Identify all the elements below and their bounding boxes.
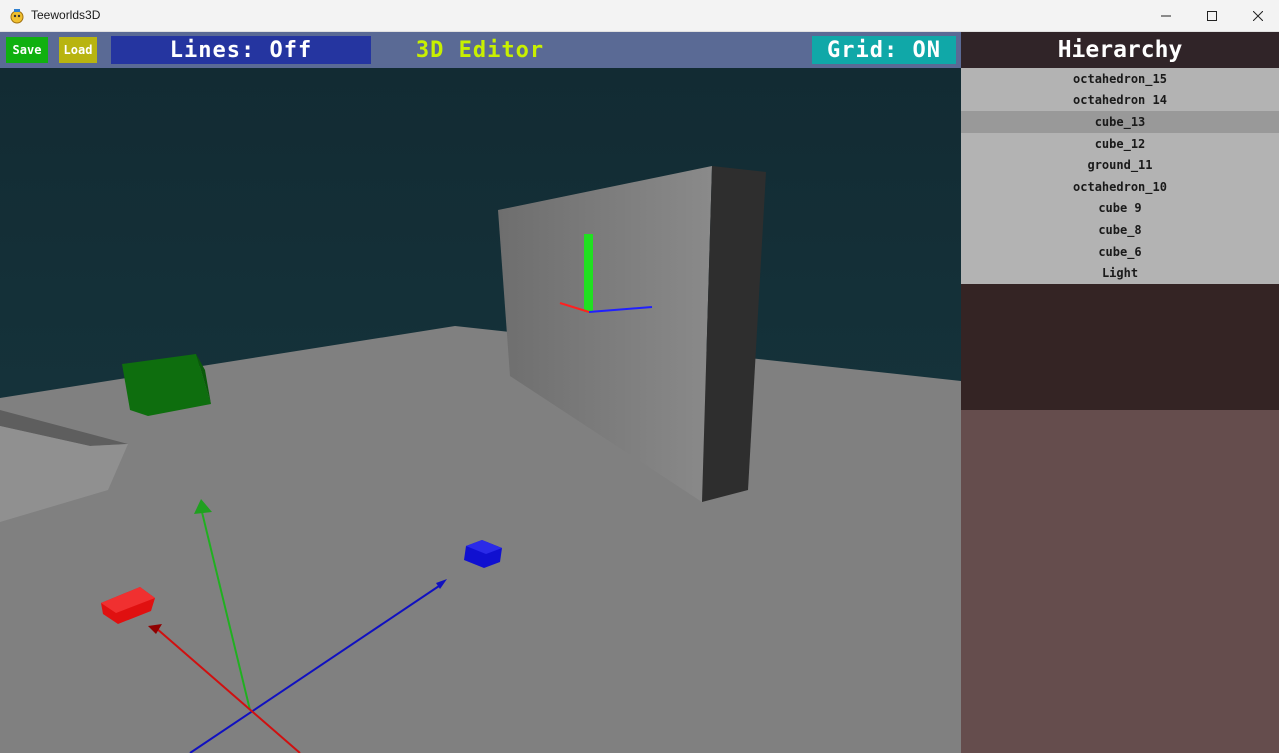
editor-toolbar: Save Load Lines: Off 3D Editor Grid: ON [0, 32, 961, 68]
lines-toggle-button[interactable]: Lines: Off [111, 36, 371, 64]
app-icon [9, 8, 25, 24]
hierarchy-item-cube-9[interactable]: cube 9 [961, 198, 1279, 220]
editor-title: 3D Editor [415, 37, 545, 63]
maximize-icon [1207, 11, 1217, 21]
hierarchy-list: octahedron_15 octahedron 14 cube_13 cube… [961, 68, 1279, 284]
grid-toggle-button[interactable]: Grid: ON [812, 36, 956, 64]
hierarchy-item-octahedron-15[interactable]: octahedron_15 [961, 68, 1279, 90]
close-icon [1253, 11, 1263, 21]
gizmo-y-axis [584, 234, 593, 312]
load-button[interactable]: Load [59, 37, 97, 63]
window-titlebar: Teeworlds3D [0, 0, 1279, 32]
hierarchy-item-ground-11[interactable]: ground_11 [961, 154, 1279, 176]
close-button[interactable] [1235, 0, 1279, 32]
hierarchy-item-light[interactable]: Light [961, 262, 1279, 284]
hierarchy-empty-area [961, 284, 1279, 410]
hierarchy-overlay-area [961, 410, 1279, 753]
hierarchy-item-cube-12[interactable]: cube_12 [961, 133, 1279, 155]
save-button[interactable]: Save [6, 37, 48, 63]
window-title: Teeworlds3D [31, 8, 101, 22]
hierarchy-item-cube-8[interactable]: cube_8 [961, 219, 1279, 241]
maximize-button[interactable] [1189, 0, 1235, 32]
hierarchy-panel: Hierarchy octahedron_15 octahedron 14 cu… [961, 32, 1279, 753]
hierarchy-item-cube-13[interactable]: cube_13 [961, 111, 1279, 133]
minimize-button[interactable] [1143, 0, 1189, 32]
hierarchy-item-cube-6[interactable]: cube_6 [961, 241, 1279, 263]
minimize-icon [1161, 15, 1171, 17]
hierarchy-item-octahedron-14[interactable]: octahedron 14 [961, 90, 1279, 112]
hierarchy-item-octahedron-10[interactable]: octahedron_10 [961, 176, 1279, 198]
hierarchy-title: Hierarchy [961, 32, 1279, 68]
